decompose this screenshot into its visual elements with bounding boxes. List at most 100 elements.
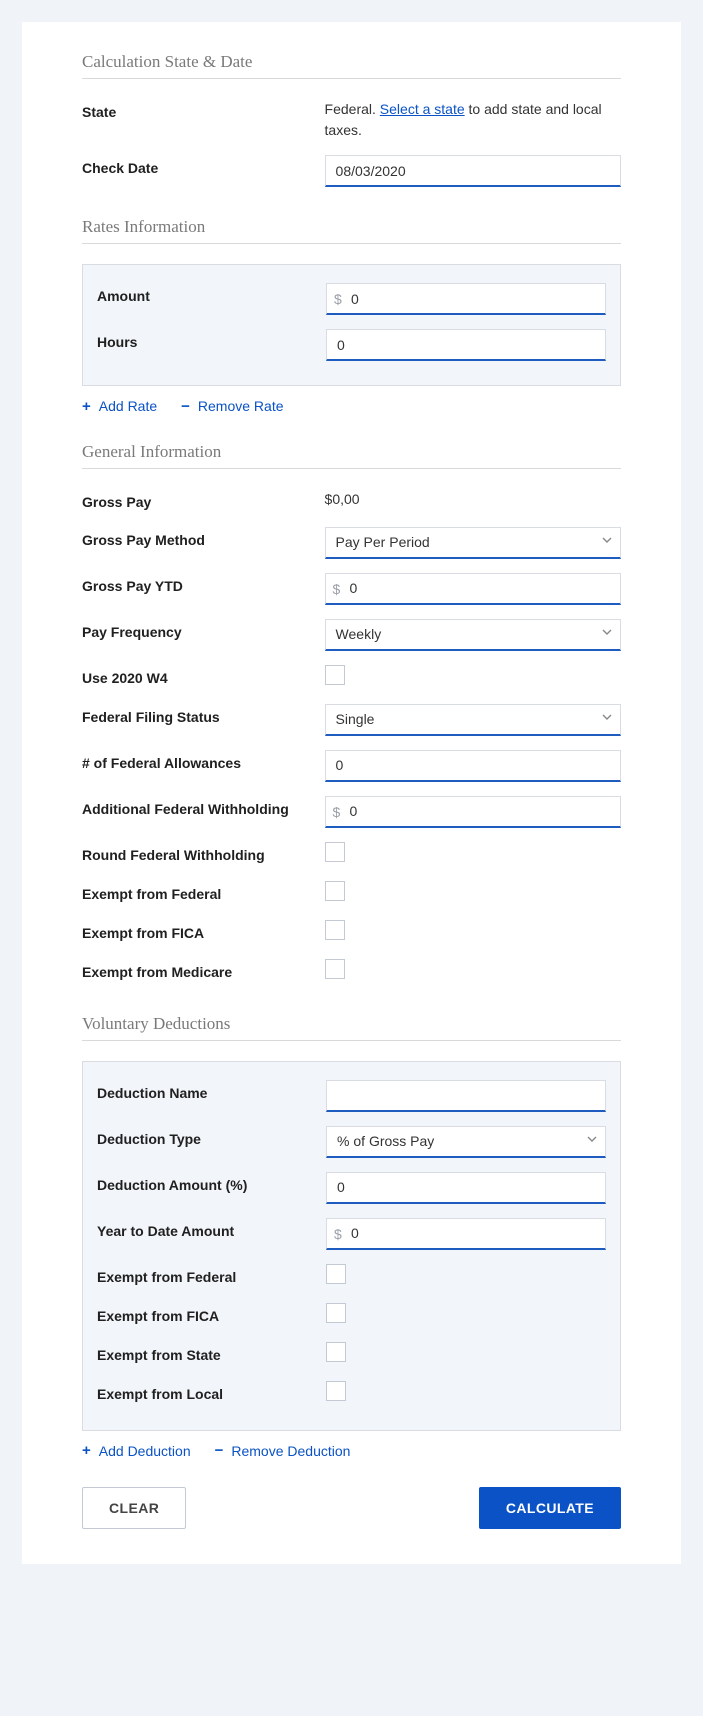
row-ded-exempt-federal: Exempt from Federal	[97, 1264, 606, 1289]
dollar-icon: $	[334, 1226, 342, 1242]
hours-label: Hours	[97, 329, 326, 353]
exempt-medicare-checkbox[interactable]	[325, 959, 345, 979]
clear-button[interactable]: CLEAR	[82, 1487, 186, 1529]
row-ded-exempt-fica: Exempt from FICA	[97, 1303, 606, 1328]
dollar-icon: $	[333, 804, 341, 820]
row-filing-status: Federal Filing Status Single	[82, 704, 621, 736]
gross-pay-value: $0,00	[325, 489, 621, 510]
pay-freq-label: Pay Frequency	[82, 619, 325, 643]
ded-exempt-state-checkbox[interactable]	[326, 1342, 346, 1362]
section-title-deductions: Voluntary Deductions	[82, 1014, 621, 1041]
filing-status-select[interactable]: Single	[325, 704, 621, 736]
deduction-type-select[interactable]: % of Gross Pay	[326, 1126, 606, 1158]
form-card: Calculation State & Date State Federal. …	[22, 22, 681, 1564]
section-title-general: General Information	[82, 442, 621, 469]
row-deduction-name: Deduction Name	[97, 1080, 606, 1112]
section-general: General Information Gross Pay $0,00 Gros…	[82, 442, 621, 984]
chevron-down-icon	[602, 629, 612, 639]
amount-input[interactable]	[326, 283, 606, 315]
chevron-down-icon	[602, 714, 612, 724]
gross-ytd-input[interactable]	[325, 573, 621, 605]
row-hours: Hours	[97, 329, 606, 361]
row-ded-exempt-local: Exempt from Local	[97, 1381, 606, 1406]
add-rate-button[interactable]: + Add Rate	[82, 398, 157, 414]
deduction-ytd-label: Year to Date Amount	[97, 1218, 326, 1242]
row-exempt-federal: Exempt from Federal	[82, 881, 621, 906]
ded-exempt-fica-label: Exempt from FICA	[97, 1303, 326, 1327]
filing-status-label: Federal Filing Status	[82, 704, 325, 728]
dollar-icon: $	[334, 291, 342, 307]
round-withholding-label: Round Federal Withholding	[82, 842, 325, 866]
remove-rate-button[interactable]: − Remove Rate	[181, 398, 283, 414]
gross-pay-label: Gross Pay	[82, 489, 325, 513]
gross-method-label: Gross Pay Method	[82, 527, 325, 551]
check-date-input[interactable]	[325, 155, 621, 187]
row-gross-ytd: Gross Pay YTD $	[82, 573, 621, 605]
section-title-calc-state: Calculation State & Date	[82, 52, 621, 79]
gross-ytd-label: Gross Pay YTD	[82, 573, 325, 597]
addl-withholding-input[interactable]	[325, 796, 621, 828]
deduction-name-input[interactable]	[326, 1080, 606, 1112]
section-title-rates: Rates Information	[82, 217, 621, 244]
plus-icon: +	[82, 1443, 91, 1458]
gross-method-select[interactable]: Pay Per Period	[325, 527, 621, 559]
calculate-button[interactable]: CALCULATE	[479, 1487, 621, 1529]
ded-exempt-federal-checkbox[interactable]	[326, 1264, 346, 1284]
chevron-down-icon	[587, 1136, 597, 1146]
use-w4-checkbox[interactable]	[325, 665, 345, 685]
deduction-amount-label: Deduction Amount (%)	[97, 1172, 326, 1196]
addl-withholding-label: Additional Federal Withholding	[82, 796, 325, 820]
pay-freq-select[interactable]: Weekly	[325, 619, 621, 651]
chevron-down-icon	[602, 537, 612, 547]
row-check-date: Check Date	[82, 155, 621, 187]
row-deduction-ytd: Year to Date Amount $	[97, 1218, 606, 1250]
footer-buttons: CLEAR CALCULATE	[82, 1487, 621, 1529]
minus-icon: −	[181, 399, 190, 414]
dollar-icon: $	[333, 581, 341, 597]
allowances-input[interactable]	[325, 750, 621, 782]
row-addl-withholding: Additional Federal Withholding $	[82, 796, 621, 828]
add-rate-label: Add Rate	[99, 398, 157, 414]
section-deductions: Voluntary Deductions Deduction Name Dedu…	[82, 1014, 621, 1459]
deduction-type-label: Deduction Type	[97, 1126, 326, 1150]
row-exempt-medicare: Exempt from Medicare	[82, 959, 621, 984]
deductions-box: Deduction Name Deduction Type % of Gross…	[82, 1061, 621, 1431]
row-round-withholding: Round Federal Withholding	[82, 842, 621, 867]
deduction-ytd-input[interactable]	[326, 1218, 606, 1250]
amount-label: Amount	[97, 283, 326, 307]
row-gross-pay: Gross Pay $0,00	[82, 489, 621, 513]
exempt-federal-checkbox[interactable]	[325, 881, 345, 901]
add-deduction-label: Add Deduction	[99, 1443, 191, 1459]
state-label: State	[82, 99, 325, 123]
row-deduction-type: Deduction Type % of Gross Pay	[97, 1126, 606, 1158]
row-use-w4: Use 2020 W4	[82, 665, 621, 690]
exempt-fica-checkbox[interactable]	[325, 920, 345, 940]
remove-deduction-label: Remove Deduction	[231, 1443, 350, 1459]
gross-method-value: Pay Per Period	[336, 534, 430, 550]
hours-input[interactable]	[326, 329, 606, 361]
exempt-fica-label: Exempt from FICA	[82, 920, 325, 944]
remove-deduction-button[interactable]: − Remove Deduction	[215, 1443, 351, 1459]
deduction-name-label: Deduction Name	[97, 1080, 326, 1104]
state-value: Federal. Select a state to add state and…	[325, 99, 621, 141]
remove-rate-label: Remove Rate	[198, 398, 284, 414]
state-text-prefix: Federal.	[325, 101, 380, 117]
ded-exempt-local-checkbox[interactable]	[326, 1381, 346, 1401]
round-withholding-checkbox[interactable]	[325, 842, 345, 862]
ded-exempt-federal-label: Exempt from Federal	[97, 1264, 326, 1288]
deduction-amount-input[interactable]	[326, 1172, 606, 1204]
add-deduction-button[interactable]: + Add Deduction	[82, 1443, 191, 1459]
ded-exempt-local-label: Exempt from Local	[97, 1381, 326, 1405]
ded-exempt-fica-checkbox[interactable]	[326, 1303, 346, 1323]
row-exempt-fica: Exempt from FICA	[82, 920, 621, 945]
row-gross-method: Gross Pay Method Pay Per Period	[82, 527, 621, 559]
section-calc-state-date: Calculation State & Date State Federal. …	[82, 52, 621, 187]
use-w4-label: Use 2020 W4	[82, 665, 325, 689]
exempt-federal-label: Exempt from Federal	[82, 881, 325, 905]
filing-status-value: Single	[336, 711, 375, 727]
deduction-type-value: % of Gross Pay	[337, 1133, 434, 1149]
select-state-link[interactable]: Select a state	[380, 101, 465, 117]
check-date-label: Check Date	[82, 155, 325, 179]
plus-icon: +	[82, 399, 91, 414]
section-rates: Rates Information Amount $ Hours + Add R…	[82, 217, 621, 414]
